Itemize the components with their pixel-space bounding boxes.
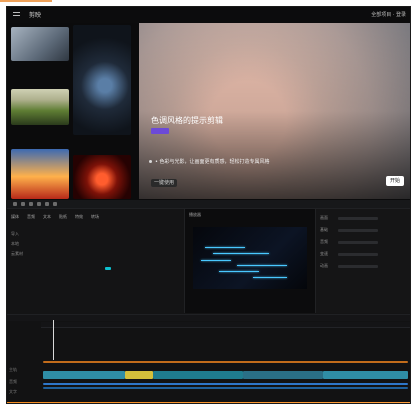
inspector-item[interactable]: 基础 <box>320 227 328 233</box>
template-tile-4[interactable] <box>11 149 69 199</box>
inspector-item[interactable]: 变速 <box>320 251 328 257</box>
banner-subtitle: • 色彩与光影，让画面更有质感，轻松打造专属风格 <box>149 158 345 168</box>
feature-banner[interactable]: 色调风格的提示剪辑 • 色彩与光影，让画面更有质感，轻松打造专属风格 一键使用 … <box>139 23 410 199</box>
undo-icon[interactable] <box>37 202 41 206</box>
import-indicator <box>105 267 111 270</box>
inspector-value <box>338 265 378 268</box>
banner-overlay <box>139 23 410 199</box>
inspector-item[interactable]: 音频 <box>320 239 328 245</box>
top-right-actions[interactable]: 全部项目 · 登录 <box>371 11 406 18</box>
player-panel: 播放器 <box>185 209 316 313</box>
audio-track-top[interactable] <box>43 361 408 363</box>
track-labels: 主轨 音频 文字 <box>9 331 39 397</box>
settings-icon[interactable] <box>53 202 57 206</box>
banner-right-button[interactable]: 开始 <box>386 176 404 186</box>
video-clip[interactable] <box>243 371 323 379</box>
template-tile-1[interactable]: 模板 <box>11 27 69 61</box>
audio-track[interactable] <box>43 387 408 389</box>
top-accent-line <box>0 0 52 2</box>
inspector-item[interactable]: 动画 <box>320 263 328 269</box>
banner-title: 色调风格的提示剪辑 <box>151 116 223 125</box>
split-icon[interactable] <box>21 202 25 206</box>
editor-toolbar <box>7 200 410 209</box>
inspector-value <box>338 217 378 220</box>
timeline: 主轨 音频 文字 <box>7 314 410 403</box>
app-window: 剪映 全部项目 · 登录 模板 特效 风景 色调风格的提示剪辑 • 色彩与光影，… <box>6 6 411 404</box>
banner-left-button[interactable]: 一键使用 <box>151 179 177 187</box>
video-clip[interactable] <box>323 371 408 379</box>
template-tile-3[interactable]: 风景 <box>11 89 69 125</box>
playhead[interactable] <box>53 320 54 360</box>
template-tile-5[interactable] <box>73 155 131 199</box>
timeline-toolbar <box>7 315 410 321</box>
top-bar: 剪映 全部项目 · 登录 <box>7 7 410 23</box>
cursor-icon[interactable] <box>29 202 33 206</box>
video-editor: 媒体 音频 文本 贴纸 特效 转场 导入 本地 云素材 播放器 画面 基础 音频… <box>7 200 410 403</box>
media-panel: 媒体 音频 文本 贴纸 特效 转场 导入 本地 云素材 <box>7 209 185 313</box>
media-item[interactable]: 本地 <box>11 241 19 247</box>
video-clip[interactable] <box>43 371 125 379</box>
media-tab[interactable]: 音频 <box>27 214 35 220</box>
media-item[interactable]: 云素材 <box>11 251 23 257</box>
player-preview[interactable] <box>193 227 307 289</box>
media-tab[interactable]: 特效 <box>75 214 83 220</box>
play-icon[interactable] <box>13 202 17 206</box>
inspector-item[interactable]: 画面 <box>320 215 328 221</box>
banner-tag <box>151 128 169 134</box>
timeline-bottom-bar <box>7 402 410 403</box>
template-tile-2[interactable]: 特效 <box>73 25 131 135</box>
menu-icon[interactable] <box>13 12 20 18</box>
video-clip[interactable] <box>153 371 243 379</box>
media-tab[interactable]: 转场 <box>91 214 99 220</box>
media-item[interactable]: 导入 <box>11 231 19 237</box>
media-tab[interactable]: 文本 <box>43 214 51 220</box>
inspector-panel: 画面 基础 音频 变速 动画 <box>316 209 410 313</box>
track-label: 主轨 <box>9 367 17 372</box>
media-tab[interactable]: 贴纸 <box>59 214 67 220</box>
inspector-value <box>338 229 378 232</box>
redo-icon[interactable] <box>45 202 49 206</box>
track-label: 音频 <box>9 379 17 384</box>
player-label: 播放器 <box>189 212 201 217</box>
app-title: 剪映 <box>29 12 42 19</box>
inspector-value <box>338 253 378 256</box>
template-gallery: 模板 特效 风景 <box>7 23 139 199</box>
video-clip[interactable] <box>125 371 153 379</box>
timeline-ruler[interactable] <box>41 322 410 328</box>
audio-track[interactable] <box>43 383 408 385</box>
track-label: 文字 <box>9 389 17 394</box>
inspector-value <box>338 241 378 244</box>
media-tab[interactable]: 媒体 <box>11 214 19 220</box>
